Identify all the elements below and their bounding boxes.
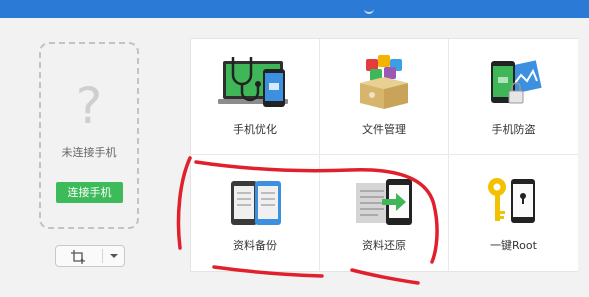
tool-one-click-root[interactable]: 一键Root bbox=[449, 155, 578, 271]
tool-label: 资料还原 bbox=[362, 239, 406, 252]
tool-phone-antitheft[interactable]: 手机防盗 bbox=[449, 39, 578, 155]
tool-file-manager[interactable]: 文件管理 bbox=[320, 39, 449, 155]
connect-phone-button[interactable]: 连接手机 bbox=[56, 182, 123, 203]
title-bar-decoration bbox=[364, 6, 374, 14]
phone-connection-panel: ? 未连接手机 连接手机 bbox=[39, 42, 139, 229]
phone-lock-icon bbox=[491, 60, 542, 104]
screenshot-crop-icon bbox=[71, 250, 85, 264]
tool-label: 手机优化 bbox=[233, 123, 277, 136]
connection-status-text: 未连接手机 bbox=[61, 146, 117, 159]
stethoscope-phone-icon bbox=[218, 57, 288, 107]
title-bar bbox=[0, 0, 589, 18]
question-mark-icon: ? bbox=[75, 77, 103, 135]
chevron-down-icon[interactable] bbox=[110, 254, 118, 258]
tool-phone-optimize[interactable]: 手机优化 bbox=[191, 39, 320, 155]
tools-grid: 手机优化 文件管理 手机防盗 资料备份 资料还原 一键Root bbox=[190, 38, 578, 272]
button-separator bbox=[102, 249, 103, 263]
tool-label: 文件管理 bbox=[362, 123, 406, 136]
tool-label: 一键Root bbox=[490, 239, 537, 252]
tool-label: 资料备份 bbox=[233, 239, 277, 252]
restore-document-icon bbox=[356, 179, 412, 225]
tool-label: 手机防盗 bbox=[491, 123, 536, 136]
file-box-icon bbox=[360, 55, 408, 109]
backup-phones-icon bbox=[231, 181, 281, 225]
key-phone-icon bbox=[488, 178, 535, 223]
tool-data-backup[interactable]: 资料备份 bbox=[191, 155, 320, 271]
tool-data-restore[interactable]: 资料还原 bbox=[320, 155, 449, 271]
screenshot-button[interactable] bbox=[55, 245, 125, 267]
